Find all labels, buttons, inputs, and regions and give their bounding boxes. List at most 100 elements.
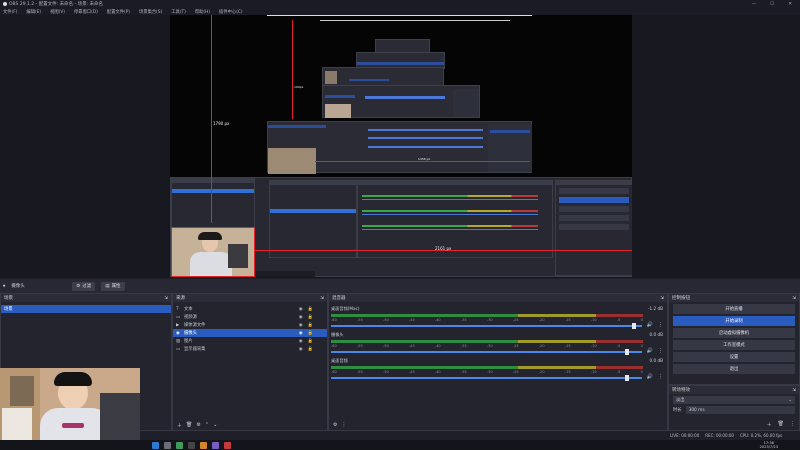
remove-transition-icon[interactable]: 🗑 [778, 421, 784, 428]
rec-status: REC: 00:00:00 [705, 432, 734, 438]
active-source-name: 摄像头 [11, 284, 25, 289]
app-icon-3[interactable] [212, 441, 219, 449]
add-source-icon[interactable]: ＋ [177, 422, 182, 429]
mixer-menu-icon[interactable]: ⋮ [341, 422, 346, 428]
menu-view[interactable]: 视图(V) [50, 9, 65, 15]
volume-slider-knob[interactable] [625, 375, 630, 381]
transition-menu-icon[interactable]: ⋮ [790, 421, 795, 428]
menu-file[interactable]: 文件(F) [3, 9, 17, 15]
control-button[interactable]: 开始直播 [673, 304, 795, 314]
channel-name: 摄像头 [331, 332, 344, 337]
lock-icon[interactable]: 🔒 [308, 339, 313, 344]
source-item[interactable]: ▭ 显示器采集 ◉ 🔒 [173, 345, 327, 353]
speaker-icon[interactable]: 🔊 [647, 348, 653, 354]
guide-nested-horizontal [315, 161, 530, 162]
move-down-icon[interactable]: ⌄ [213, 422, 217, 428]
nested-top-line [267, 15, 532, 16]
dock-float-icon[interactable]: ⇲ [660, 296, 664, 301]
volume-slider-knob[interactable] [631, 323, 636, 329]
volume-slider[interactable] [331, 349, 642, 355]
add-transition-icon[interactable]: ＋ [767, 421, 772, 428]
speaker-icon[interactable]: 🔊 [647, 374, 653, 380]
nested-mixer-dock [357, 180, 553, 258]
preview-canvas[interactable]: 1790 px 2161 px 199px 1456 px [170, 15, 632, 277]
display-icon: ▭ [176, 346, 181, 352]
lock-icon[interactable]: 🔒 [308, 323, 313, 328]
duration-label: 时长 [673, 408, 682, 413]
obs-taskbar-icon[interactable] [188, 441, 195, 449]
dock-float-icon[interactable]: ⇲ [320, 296, 324, 301]
control-button[interactable]: 开始录制 [673, 316, 795, 326]
eye-icon[interactable]: ◉ [299, 315, 303, 320]
volume-slider-knob[interactable] [625, 349, 630, 355]
menu-bar: 文件(F) 编辑(E) 视图(V) 停靠窗口(D) 配置文件(P) 场景集合(S… [0, 8, 800, 15]
filter-button[interactable]: ⚙ 过滤 [72, 281, 96, 291]
remove-source-icon[interactable]: 🗑 [186, 422, 192, 428]
menu-tools[interactable]: 工具(T) [171, 9, 186, 15]
lock-icon[interactable]: 🔒 [308, 307, 313, 312]
properties-button[interactable]: ▤ 属性 [101, 281, 125, 291]
eye-icon[interactable]: ◉ [299, 339, 303, 344]
menu-help[interactable]: 帮助(H) [195, 9, 210, 15]
eye-icon[interactable]: ◉ [299, 307, 303, 312]
menu-profile[interactable]: 配置文件(P) [107, 9, 130, 15]
source-item[interactable]: ▭ 视频源 ◉ 🔒 [173, 313, 327, 321]
lock-icon[interactable]: 🔒 [308, 347, 313, 352]
control-button[interactable]: 启动虚拟摄像机 [673, 328, 795, 338]
control-button[interactable]: 退出 [673, 364, 795, 374]
search-icon[interactable] [164, 441, 171, 449]
channel-menu-icon[interactable]: ⋮ [658, 374, 663, 380]
nested-preview-5 [375, 39, 430, 53]
duration-input[interactable]: 300 ms [685, 406, 795, 414]
app-icon-4[interactable] [224, 441, 231, 449]
clock[interactable]: 17:36 2023/7/23 [760, 441, 778, 449]
maximize-button[interactable]: ☐ [770, 2, 774, 7]
volume-meter [331, 340, 643, 343]
sliders-icon: ▤ [105, 283, 110, 289]
lock-icon[interactable]: 🔒 [308, 331, 313, 336]
lock-icon[interactable]: 🔒 [308, 315, 313, 320]
transition-select[interactable]: 淡出 ⌄ [673, 396, 795, 404]
channel-menu-icon[interactable]: ⋮ [658, 348, 663, 354]
menu-docks[interactable]: 停靠窗口(D) [74, 9, 98, 15]
transitions-dock-title: 转场特效 ⇲ [669, 386, 799, 394]
channel-menu-icon[interactable]: ⋮ [658, 322, 663, 328]
menu-plugins[interactable]: 插件中心(C) [219, 9, 243, 15]
mixer-channel: 桌面音频(Mac) -1.2 dB -60 -55 -50 -45 -40 -35 -30 -25… [331, 306, 663, 332]
app-icon-2[interactable] [200, 441, 207, 449]
eye-icon[interactable]: ◉ [299, 331, 303, 336]
source-item[interactable]: ▶ 媒体源文件 ◉ 🔒 [173, 321, 327, 329]
volume-slider[interactable] [331, 375, 642, 381]
dock-float-icon[interactable]: ⇲ [792, 296, 796, 301]
source-item[interactable]: ◉ 摄像头 ◉ 🔒 [173, 329, 327, 337]
transitions-dock: 转场特效 ⇲ 淡出 ⌄ 时长 300 ms ＋ 🗑 ⋮ [668, 385, 800, 431]
control-button[interactable]: 设置 [673, 352, 795, 362]
dock-float-icon[interactable]: ⇲ [792, 388, 796, 393]
source-settings-icon[interactable]: ⚙ [196, 422, 200, 428]
mixer-toolbar: ⚙ ⋮ [329, 420, 667, 430]
control-button[interactable]: 工作室模式 [673, 340, 795, 350]
start-icon[interactable] [152, 441, 159, 449]
channel-db: 0.0 dB [649, 358, 663, 363]
minimize-button[interactable]: — [752, 2, 757, 7]
guide-nested-vertical [292, 20, 293, 119]
menu-scene-collection[interactable]: 场景集合(S) [139, 9, 162, 15]
media-icon: ▶ [176, 322, 180, 328]
app-icon-1[interactable] [176, 441, 183, 449]
speaker-icon[interactable]: 🔊 [647, 322, 653, 328]
source-item[interactable]: T 文本 ◉ 🔒 [173, 305, 327, 313]
source-item[interactable]: ▨ 图片 ◉ 🔒 [173, 337, 327, 345]
volume-slider[interactable] [331, 323, 642, 329]
dock-float-icon[interactable]: ⇲ [164, 296, 168, 301]
menu-edit[interactable]: 编辑(E) [26, 9, 41, 15]
eye-icon[interactable]: ◉ [299, 347, 303, 352]
eye-icon[interactable]: ◉ [299, 323, 303, 328]
move-up-icon[interactable]: ⌃ [205, 422, 209, 428]
mixer-settings-icon[interactable]: ⚙ [333, 422, 337, 428]
nested-controls-dock [555, 180, 632, 276]
nested-preview-3 [322, 67, 444, 86]
chevron-down-icon: ⌄ [788, 397, 792, 403]
close-button[interactable]: ✕ [788, 2, 792, 7]
nested-preview-2 [322, 85, 480, 118]
scene-item[interactable]: 场景 [1, 305, 171, 313]
